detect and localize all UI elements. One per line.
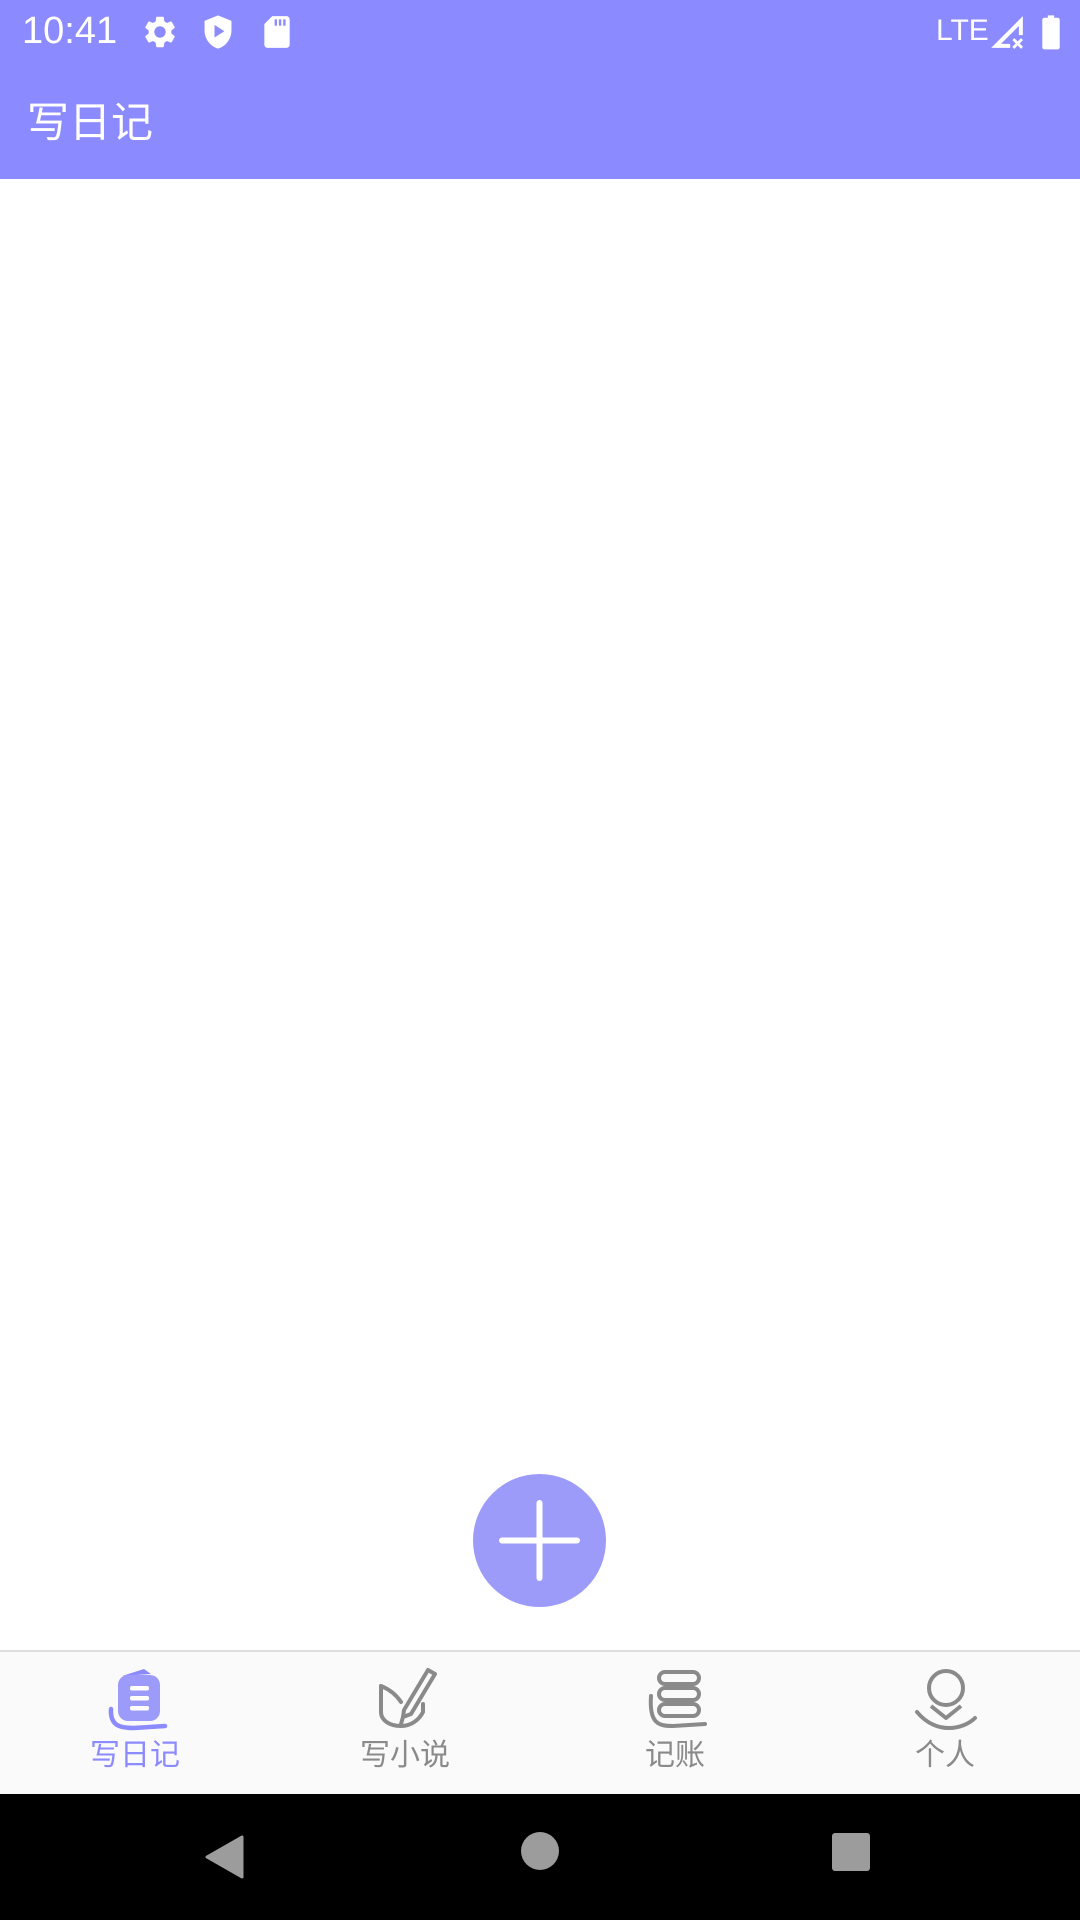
sd-card-icon bbox=[264, 16, 290, 48]
coin-stack-icon bbox=[648, 1670, 707, 1729]
nav-label-profile: 个人 bbox=[915, 1738, 975, 1773]
diary-book-icon bbox=[108, 1669, 168, 1731]
recents-icon[interactable] bbox=[831, 1832, 871, 1872]
app-bar: 写日记 bbox=[0, 63, 1080, 179]
status-bar: 10:41 LTE bbox=[0, 0, 1080, 63]
nav-item-novel[interactable]: 写小说 bbox=[270, 1652, 540, 1794]
nav-item-profile[interactable]: 个人 bbox=[810, 1652, 1080, 1794]
shield-play-icon bbox=[204, 15, 232, 49]
nav-label-novel: 写小说 bbox=[360, 1738, 450, 1773]
nav-label-diary: 写日记 bbox=[90, 1738, 180, 1773]
nav-item-accounting[interactable]: 记账 bbox=[540, 1652, 810, 1794]
diary-list-area bbox=[0, 179, 1080, 1650]
battery-icon bbox=[1042, 15, 1060, 50]
network-type: LTE bbox=[936, 14, 989, 47]
status-time: 10:41 bbox=[22, 10, 118, 52]
nav-item-diary[interactable]: 写日记 bbox=[0, 1652, 270, 1794]
system-nav-bar bbox=[0, 1794, 1080, 1920]
add-diary-button[interactable] bbox=[473, 1474, 606, 1607]
page-title: 写日记 bbox=[27, 98, 154, 147]
back-icon[interactable] bbox=[202, 1834, 248, 1880]
gear-icon bbox=[145, 16, 175, 48]
signal-no-data-icon bbox=[991, 16, 1024, 49]
bottom-nav: 写日记 写小说 记账 个人 bbox=[0, 1650, 1080, 1794]
plus-icon bbox=[499, 1500, 580, 1581]
open-book-pen-icon bbox=[379, 1668, 437, 1728]
person-icon bbox=[915, 1669, 977, 1731]
home-icon[interactable] bbox=[519, 1830, 561, 1872]
nav-label-accounting: 记账 bbox=[645, 1738, 705, 1773]
